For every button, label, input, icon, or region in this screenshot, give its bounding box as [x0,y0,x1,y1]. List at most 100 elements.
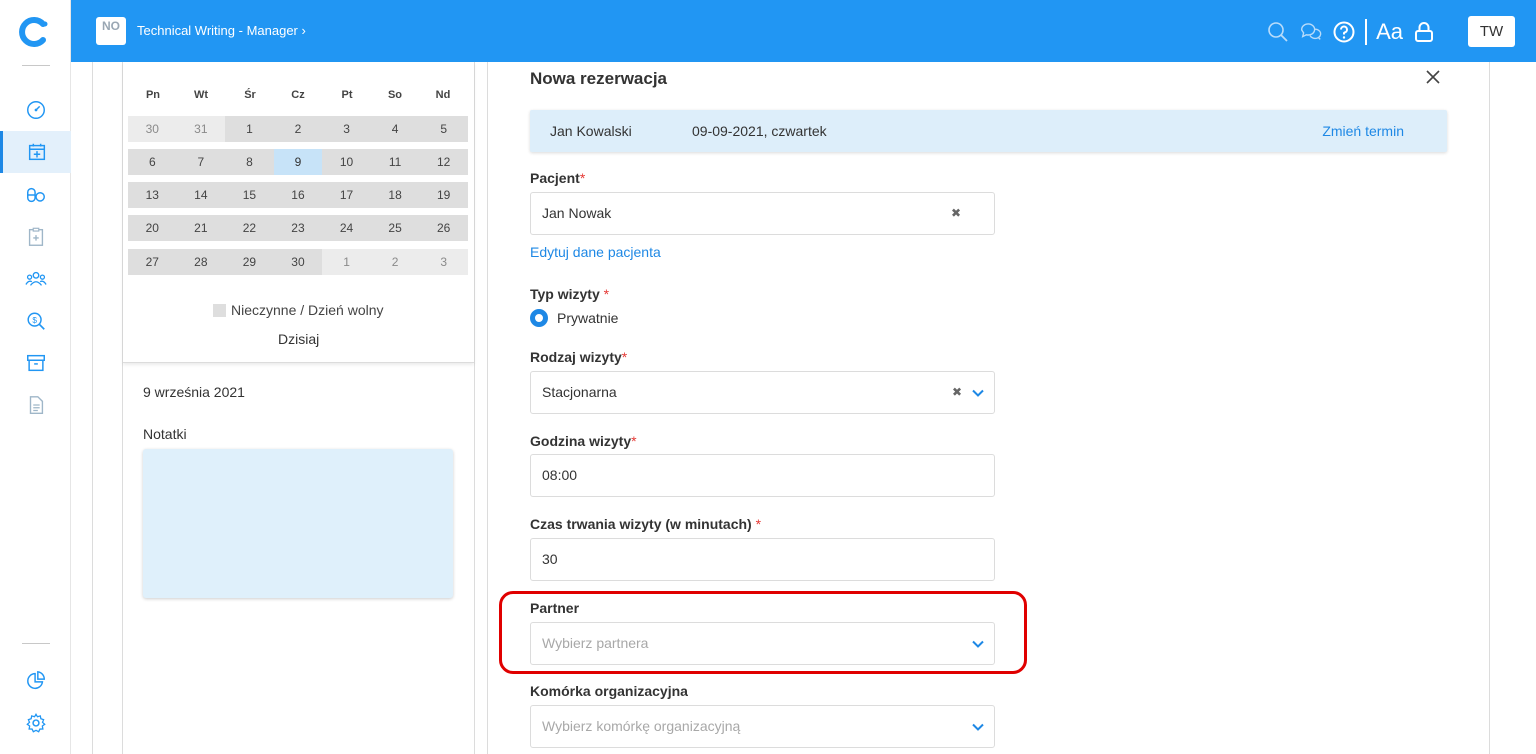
people-icon [24,271,47,286]
calendar-day[interactable]: 24 [322,215,371,241]
clear-icon[interactable]: ✖ [951,193,961,234]
calendar-day[interactable]: 4 [370,116,420,142]
sidebar-item-archive[interactable] [0,342,71,384]
calendar-day[interactable]: 3 [322,116,371,142]
form-title: Nowa rezerwacja [530,69,668,88]
calendar-day[interactable]: 16 [273,182,323,208]
speedometer-icon [26,101,45,119]
calendar-day[interactable]: 22 [225,215,274,241]
calendar-day[interactable]: 25 [370,215,420,241]
calendar-day[interactable]: 12 [419,149,468,175]
toolbar: Aa [1266,17,1436,47]
weekday-label: Wt [193,89,209,101]
chevron-down-icon[interactable] [971,720,985,734]
calendar-day[interactable]: 19 [419,182,468,208]
sidebar-item-finance[interactable]: $ [0,300,71,342]
calendar-day[interactable]: 31 [176,116,226,142]
calendar-day[interactable]: 11 [370,149,420,175]
visit-kind-select[interactable]: Stacjonarna ✖ [530,371,995,414]
patient-select[interactable]: Jan Nowak ✖ [530,192,995,235]
calendar-day[interactable]: 21 [176,215,226,241]
calendar-day[interactable]: 1 [225,116,274,142]
font-size-toggle[interactable]: Aa [1376,20,1403,44]
edit-patient-link[interactable]: Edytuj dane pacjenta [530,244,661,260]
calendar-day[interactable]: 20 [128,215,177,241]
patient-label-text: Pacjent [530,170,580,186]
calendar-day[interactable]: 8 [225,149,274,175]
calendar-week: 13 14 15 16 17 18 19 [128,182,468,208]
calendar-day[interactable]: 30 [128,116,177,142]
calendar-day[interactable]: 27 [128,249,177,275]
calendar-day[interactable]: 28 [176,249,226,275]
duration-label: Czas trwania wizyty (w minutach) * [530,516,761,532]
toolbar-divider [1365,19,1368,45]
required-mark: * [755,516,762,532]
weekday-label: Cz [291,89,305,101]
calendar-day[interactable]: 2 [370,249,420,275]
hour-value: 08:00 [542,467,578,483]
search-icon[interactable] [1266,20,1290,44]
help-icon[interactable] [1332,20,1356,44]
calendar-day-selected[interactable]: 9 [273,149,323,175]
calendar-day[interactable]: 7 [176,149,226,175]
calendar-day[interactable]: 23 [273,215,323,241]
duration-input[interactable]: 30 [530,538,995,581]
clipboard-medical-icon [28,227,43,246]
chat-icon[interactable] [1299,20,1323,44]
search-money-icon: $ [26,312,45,330]
legend-label: Nieczynne / Dzień wolny [231,302,384,318]
panel-border [1489,62,1490,754]
calendar-week: 27 28 29 30 1 2 3 [128,249,468,275]
chevron-down-icon[interactable] [971,386,985,400]
visit-kind-value: Stacjonarna [542,384,617,400]
calendar-day[interactable]: 2 [273,116,323,142]
calendar-day[interactable]: 26 [419,215,468,241]
calendar-day[interactable]: 14 [176,182,226,208]
panel-border [474,62,475,754]
change-date-link[interactable]: Zmień termin [1322,123,1404,139]
sidebar-item-reports[interactable] [0,660,71,702]
duration-label-text: Czas trwania wizyty (w minutach) [530,516,752,532]
organization-badge[interactable]: NO [96,17,126,45]
lock-icon[interactable] [1412,20,1436,44]
calendar-day[interactable]: 15 [225,182,274,208]
calendar-day[interactable]: 6 [128,149,177,175]
visit-type-radio[interactable]: Prywatnie [530,309,618,327]
visit-type-label: Typ wizyty * [530,286,609,302]
sidebar-item-documents[interactable] [0,384,71,426]
weekday-label: Nd [435,89,451,101]
document-icon [29,396,43,414]
today-button[interactable]: Dzisiaj [278,331,319,347]
sidebar-divider [22,65,50,66]
visit-type-label-text: Typ wizyty [530,286,600,302]
calendar-day[interactable]: 10 [322,149,371,175]
hour-input[interactable]: 08:00 [530,454,995,497]
calendar-day[interactable]: 5 [419,116,468,142]
sidebar-item-medications[interactable] [0,174,71,216]
radio-selected-icon[interactable] [530,309,548,327]
calendar-day[interactable]: 1 [322,249,371,275]
notes-area[interactable] [143,449,453,598]
user-avatar[interactable]: TW [1468,16,1515,47]
calendar-day[interactable]: 17 [322,182,371,208]
sidebar-item-settings[interactable] [0,702,71,744]
close-icon[interactable] [1425,69,1441,85]
appointment-summary: Jan Kowalski 09-09-2021, czwartek Zmień … [530,110,1447,152]
sidebar-item-dashboard[interactable] [0,89,71,131]
pills-icon [26,187,45,203]
clear-icon[interactable]: ✖ [952,372,962,413]
sidebar-item-patients[interactable] [0,258,71,300]
panel-border [92,62,93,754]
calendar-day[interactable]: 29 [225,249,274,275]
calendar-day[interactable]: 30 [273,249,323,275]
calendar-day[interactable]: 3 [419,249,468,275]
calendar-day[interactable]: 13 [128,182,177,208]
app-logo-icon[interactable] [19,16,51,48]
sidebar-item-records[interactable] [0,216,71,258]
calendar-day[interactable]: 18 [370,182,420,208]
archive-icon [26,354,45,372]
breadcrumb[interactable]: Technical Writing - Manager › [137,23,306,38]
org-unit-select[interactable]: Wybierz komórkę organizacyjną [530,705,995,748]
sidebar-item-calendar[interactable] [0,131,71,173]
weekday-label: Pt [341,89,353,101]
